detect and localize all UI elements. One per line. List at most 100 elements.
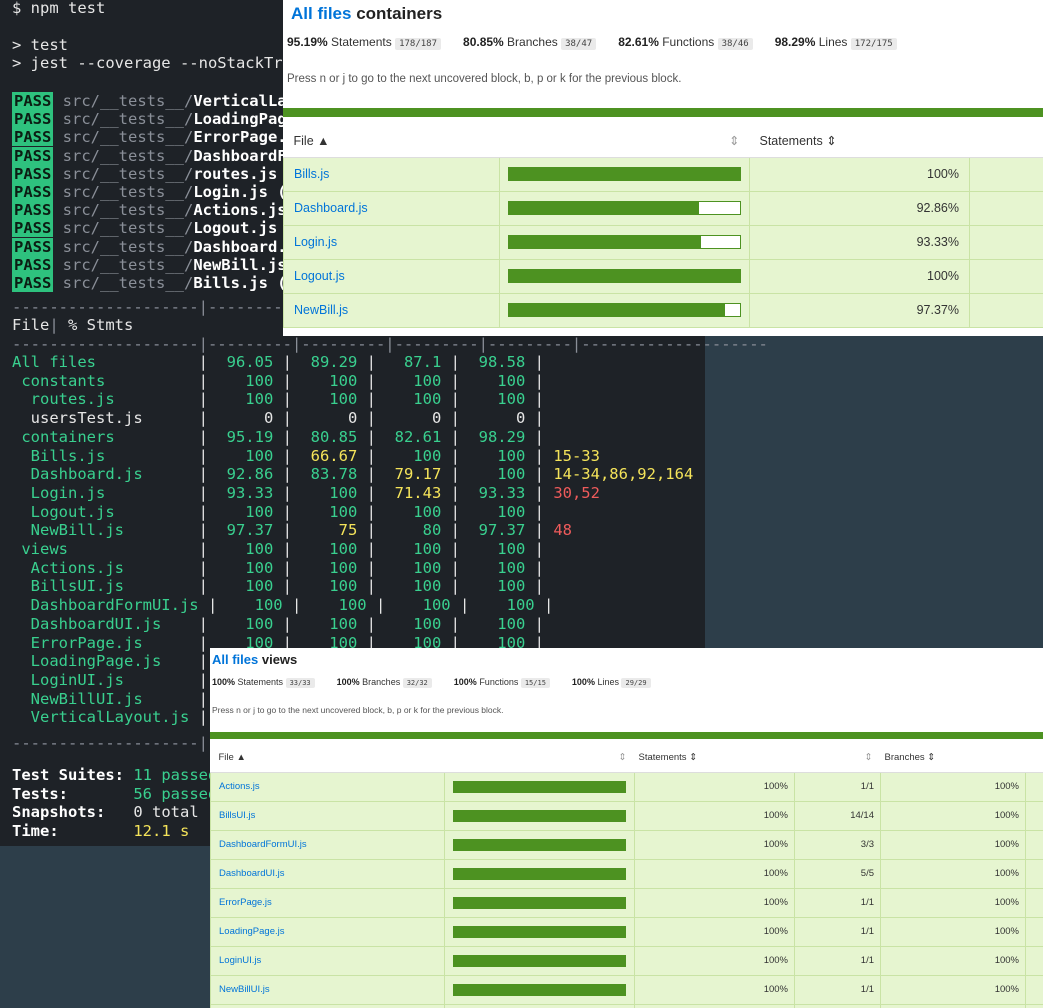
- cell-statements-pct: 100%: [749, 258, 970, 294]
- file-link[interactable]: NewBillUI.js: [219, 984, 270, 995]
- cell-sep: |: [189, 558, 218, 577]
- coverage-bar: [453, 867, 626, 880]
- uncovered-lines: 48: [553, 521, 572, 540]
- cell-extra: [1025, 829, 1043, 860]
- test-path: src/__tests__/: [53, 128, 194, 147]
- column-header-extra: [969, 125, 1043, 158]
- cell-statements-pct: 93.33%: [749, 224, 970, 260]
- file-link[interactable]: Bills.js: [294, 167, 329, 181]
- stat-percent: 100%: [336, 677, 360, 687]
- cell-sep: |: [273, 371, 302, 390]
- cell-statements-frac: 5/5: [794, 858, 881, 889]
- table-row: Logout.js 100%: [283, 258, 1043, 294]
- coverage-bar: [453, 838, 626, 851]
- file-link[interactable]: NewBill.js: [294, 303, 348, 317]
- terminal-line: NewBill.js | 97.37 | 75 | 80 | 97.37 | 4…: [12, 521, 572, 539]
- cell-extra: [1025, 771, 1043, 802]
- terminal-line: Time: 12.1 s: [12, 822, 189, 840]
- cell-sep: |: [189, 390, 218, 409]
- page-title-dir: views: [258, 652, 298, 667]
- cell-l: 97.37: [469, 521, 526, 540]
- column-header-statements[interactable]: Statements ⇕: [634, 744, 795, 773]
- header-stmts: % Stmts: [68, 316, 134, 334]
- column-header-file[interactable]: File ▲: [283, 125, 500, 158]
- file-link[interactable]: DashboardUI.js: [219, 868, 284, 879]
- table-row: DashboardFormUI.js 100% 3/3 100%: [210, 829, 1043, 860]
- cell-sep: |: [273, 483, 302, 502]
- page-title: All files containers: [291, 4, 442, 24]
- cell-sep: |: [441, 502, 470, 521]
- cell-s: 93.33: [217, 483, 274, 502]
- cell-extra: [1025, 974, 1043, 1005]
- file-link[interactable]: Actions.js: [219, 781, 260, 792]
- cell-sep: |: [189, 483, 218, 502]
- cell-sep: |: [189, 502, 218, 521]
- stat-branches: 80.85% Branches 38/47: [463, 35, 597, 50]
- coverage-bar: [453, 896, 626, 909]
- stat-percent: 82.61%: [618, 35, 659, 49]
- cell-file: LoginUI.js: [210, 945, 445, 976]
- coverage-summary: 100% Statements 33/33 100% Branches 32/32…: [212, 677, 673, 688]
- column-header-sort[interactable]: ⇕: [444, 744, 635, 773]
- cell-bar: [499, 292, 750, 328]
- stat-label: Statements: [235, 677, 286, 687]
- column-header-statements[interactable]: Statements ⇕: [749, 125, 970, 158]
- cell-sep: |: [357, 353, 386, 371]
- file-name: Login.js: [12, 483, 190, 502]
- file-link[interactable]: Dashboard.js: [294, 201, 368, 215]
- cell-file: NewBillUI.js: [210, 974, 445, 1005]
- file-name: constants: [12, 371, 190, 390]
- stat-functions: 100% Functions 15/15: [454, 677, 550, 688]
- stat-label: Branches: [359, 677, 403, 687]
- cell-extra: [1025, 945, 1043, 976]
- all-files-link[interactable]: All files: [291, 4, 351, 23]
- cell-s: 100: [226, 596, 283, 615]
- cell-extra: [969, 190, 1043, 226]
- cell-sep: |: [525, 483, 554, 502]
- stat-fraction: 15/15: [520, 678, 550, 688]
- terminal-line: PASS src/__tests__/VerticalLayou: [12, 92, 315, 110]
- cell-sep: |: [441, 577, 470, 596]
- cell-f: 82.61: [385, 427, 442, 446]
- file-link[interactable]: BillsUI.js: [219, 810, 255, 821]
- pass-badge: PASS: [12, 255, 54, 274]
- cell-bar: [499, 224, 750, 260]
- table-row: NewBill.js 97.37%: [283, 292, 1043, 328]
- cell-l: 0: [469, 409, 526, 428]
- cell-sep: |: [525, 577, 554, 596]
- stat-branches: 100% Branches 32/32: [336, 677, 432, 688]
- coverage-table: File ▲ ⇕ Statements ⇕ ⇕ Branches ⇕ Actio…: [210, 744, 1043, 1008]
- cell-extra: [1025, 1003, 1043, 1008]
- cell-sep: |: [273, 502, 302, 521]
- cell-sep: |: [198, 596, 227, 615]
- cell-f: 100: [385, 390, 442, 409]
- terminal-line: Actions.js | 100 | 100 | 100 | 100 |: [12, 559, 553, 577]
- cell-extra: [1025, 800, 1043, 831]
- file-link[interactable]: DashboardFormUI.js: [219, 839, 307, 850]
- cell-b: 66.67: [301, 446, 358, 465]
- file-link[interactable]: LoginUI.js: [219, 955, 261, 966]
- column-header-file[interactable]: File ▲: [210, 744, 445, 773]
- file-name: usersTest.js: [12, 409, 190, 428]
- file-link[interactable]: Login.js: [294, 235, 337, 249]
- uncovered-lines: 14-34,86,92,164: [553, 465, 694, 484]
- cell-sep: |: [273, 446, 302, 465]
- column-header-sort[interactable]: ⇕: [499, 125, 750, 158]
- file-link[interactable]: LoadingPage.js: [219, 926, 285, 937]
- column-header-branches[interactable]: Branches ⇕: [880, 744, 1026, 773]
- file-link[interactable]: Logout.js: [294, 269, 345, 283]
- file-name: Logout.js: [12, 502, 190, 521]
- cell-s: 100: [217, 540, 274, 558]
- desktop-background: [705, 346, 1043, 646]
- coverage-bar-gap: [701, 236, 740, 248]
- coverage-bar-gap: [698, 202, 740, 214]
- cell-b: 100: [301, 371, 358, 390]
- file-link[interactable]: ErrorPage.js: [219, 897, 272, 908]
- all-files-link[interactable]: All files: [212, 652, 258, 667]
- stat-percent: 80.85%: [463, 35, 504, 49]
- cell-f: 100: [385, 371, 442, 390]
- column-header-sort-2[interactable]: ⇕: [794, 744, 881, 773]
- cell-statements-pct: 97.37%: [749, 292, 970, 328]
- cell-sep: |: [189, 577, 218, 596]
- cell-sep: |: [534, 596, 563, 615]
